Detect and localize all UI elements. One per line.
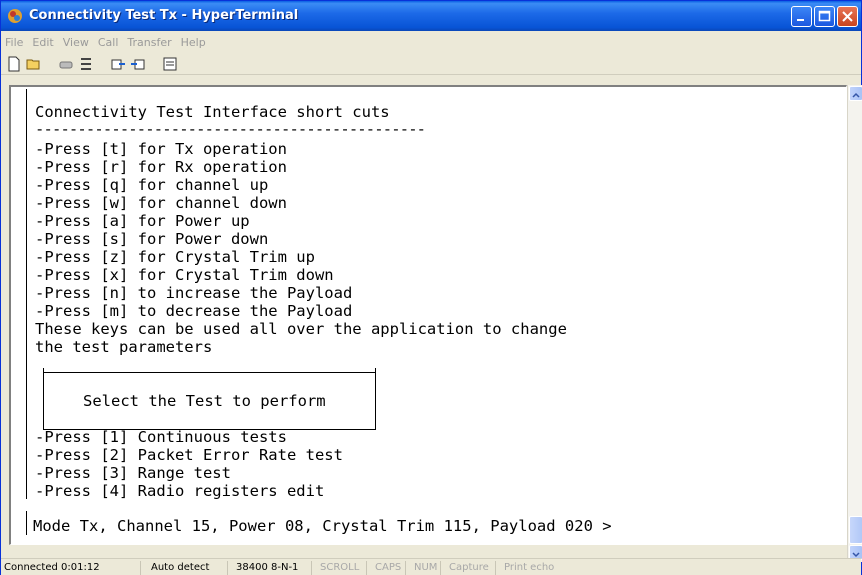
- status-prompt-line: Mode Tx, Channel 15, Power 08, Crystal T…: [33, 517, 612, 535]
- terminal-line: -Press [m] to decrease the Payload: [35, 302, 353, 320]
- menu-edit[interactable]: Edit: [32, 36, 53, 49]
- terminal-line: the test parameters: [35, 338, 213, 356]
- terminal-line: -Press [z] for Crystal Trim up: [35, 248, 315, 266]
- call-button[interactable]: [77, 55, 95, 73]
- chevron-up-icon: [852, 92, 860, 98]
- hyperterminal-window: Connectivity Test Tx - HyperTerminal Fil…: [0, 0, 862, 575]
- terminal-cursor-margin: [26, 511, 27, 535]
- caps-indicator: CAPS: [372, 561, 406, 575]
- close-button[interactable]: [837, 6, 858, 27]
- capture-indicator: Capture: [446, 561, 496, 575]
- title-bar[interactable]: Connectivity Test Tx - HyperTerminal: [1, 1, 861, 31]
- close-icon: [842, 11, 853, 22]
- menu-bar: File Edit View Call Transfer Help: [1, 32, 861, 52]
- menu-help[interactable]: Help: [181, 36, 206, 49]
- maximize-icon: [818, 10, 831, 22]
- receive-button[interactable]: [129, 55, 147, 73]
- terminal-line: -Press [2] Packet Error Rate test: [35, 446, 343, 464]
- new-button[interactable]: [5, 55, 23, 73]
- num-indicator: NUM: [411, 561, 441, 575]
- minimize-button[interactable]: [791, 6, 812, 27]
- disconnect-icon: [59, 61, 73, 68]
- scroll-thumb[interactable]: [849, 516, 862, 544]
- box-top-border: [44, 372, 375, 373]
- terminal-line: -Press [1] Continuous tests: [35, 428, 287, 446]
- send-icon: [111, 59, 125, 69]
- call-icon: [81, 57, 91, 70]
- menu-transfer[interactable]: Transfer: [127, 36, 171, 49]
- menu-file[interactable]: File: [5, 36, 23, 49]
- terminal-left-margin: [26, 89, 27, 499]
- terminal-line: -Press [q] for channel up: [35, 176, 269, 194]
- toolbar: [1, 53, 861, 75]
- vertical-scrollbar[interactable]: [847, 85, 862, 562]
- terminal-line: -Press [r] for Rx operation: [35, 158, 287, 176]
- terminal-line: -Press [3] Range test: [35, 464, 231, 482]
- test-select-heading: Select the Test to perform: [83, 392, 326, 410]
- disconnect-button[interactable]: [57, 55, 75, 73]
- menu-view[interactable]: View: [63, 36, 89, 49]
- box-left-border: [43, 368, 44, 430]
- open-icon: [26, 59, 40, 69]
- terminal-line: -Press [x] for Crystal Trim down: [35, 266, 334, 284]
- menu-call[interactable]: Call: [98, 36, 119, 49]
- send-button[interactable]: [109, 55, 127, 73]
- terminal-line: -Press [n] to increase the Payload: [35, 284, 353, 302]
- minimize-icon: [797, 19, 804, 21]
- terminal-line: -Press [t] for Tx operation: [35, 140, 287, 158]
- scroll-up-button[interactable]: [849, 86, 862, 101]
- terminal-line: ----------------------------------------…: [35, 120, 426, 138]
- terminal-emulation: Auto detect: [148, 561, 228, 575]
- new-icon: [8, 56, 20, 71]
- receive-icon: [131, 59, 145, 69]
- connection-status: Connected 0:01:12: [1, 561, 141, 575]
- terminal-line: -Press [a] for Power up: [35, 212, 250, 230]
- hyperterminal-app-icon[interactable]: [7, 8, 23, 24]
- open-button[interactable]: [25, 55, 43, 73]
- box-right-border: [375, 368, 376, 430]
- terminal-line: These keys can be used all over the appl…: [35, 320, 567, 338]
- port-settings: 38400 8-N-1: [233, 561, 312, 575]
- status-bar: Connected 0:01:12 Auto detect 38400 8-N-…: [1, 558, 861, 575]
- maximize-button[interactable]: [814, 6, 835, 27]
- window-title: Connectivity Test Tx - HyperTerminal: [29, 8, 299, 23]
- terminal-line: Connectivity Test Interface short cuts: [35, 103, 390, 121]
- properties-button[interactable]: [161, 55, 179, 73]
- terminal-line: -Press [4] Radio registers edit: [35, 482, 325, 500]
- properties-icon: [163, 57, 177, 70]
- terminal-line: -Press [w] for channel down: [35, 194, 287, 212]
- terminal-line: -Press [s] for Power down: [35, 230, 269, 248]
- scroll-indicator: SCROLL: [317, 561, 367, 575]
- terminal-screen[interactable]: Connectivity Test Interface short cuts -…: [13, 89, 845, 544]
- print-echo-indicator: Print echo: [504, 562, 555, 573]
